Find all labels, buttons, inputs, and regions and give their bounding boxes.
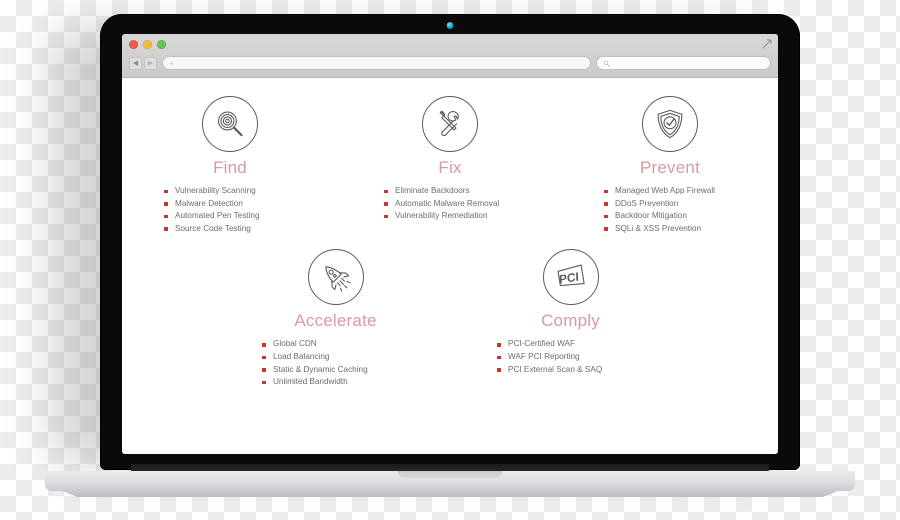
page-content: Find Vulnerability Scanning Malware Dete… <box>122 78 778 454</box>
feature-title: Comply <box>541 311 600 331</box>
feature-card-find: Find Vulnerability Scanning Malware Dete… <box>150 96 310 235</box>
laptop-trackpad-notch <box>397 471 503 478</box>
maximize-button[interactable] <box>157 40 166 49</box>
feature-card-prevent: Prevent Managed Web App Firewall DDoS Pr… <box>590 96 750 235</box>
browser-toolbar: ◀ ▶ + <box>129 56 771 70</box>
pci-card-icon: PCI <box>542 249 599 306</box>
address-bar-text: + <box>169 58 174 68</box>
webcam-indicator-icon <box>446 22 454 29</box>
list-item: Load Balancing <box>262 351 368 364</box>
feature-list: Vulnerability Scanning Malware Detection… <box>150 185 260 235</box>
forward-button[interactable]: ▶ <box>144 56 157 70</box>
list-item: DDoS Prevention <box>604 198 715 211</box>
list-item: Managed Web App Firewall <box>604 185 715 198</box>
list-item: Global CDN <box>262 338 368 351</box>
feature-list: Global CDN Load Balancing Static & Dynam… <box>248 338 368 388</box>
feature-title: Fix <box>438 158 462 177</box>
list-item: Malware Detection <box>164 198 260 211</box>
feature-title: Prevent <box>640 158 700 177</box>
feature-list: PCI-Certified WAF WAF PCI Reporting PCI … <box>483 338 602 376</box>
back-button[interactable]: ◀ <box>129 56 142 70</box>
search-bar[interactable] <box>596 56 771 70</box>
feature-card-fix: Fix Eliminate Backdoors Automatic Malwar… <box>370 96 530 235</box>
rocket-icon <box>307 249 364 306</box>
wrench-screwdriver-icon <box>422 96 478 152</box>
shield-check-icon <box>642 96 698 152</box>
feature-card-comply: PCI Comply PCI-Certified WAF WAF PCI Rep… <box>483 249 658 388</box>
browser-window: ◀ ▶ + Find Vulnerability Scanning Malwar… <box>122 34 778 454</box>
list-item: Eliminate Backdoors <box>384 185 499 198</box>
feature-list: Eliminate Backdoors Automatic Malware Re… <box>370 185 499 223</box>
close-button[interactable] <box>129 40 138 49</box>
feature-title: Accelerate <box>294 311 377 331</box>
feature-card-accelerate: Accelerate Global CDN Load Balancing Sta… <box>248 249 423 388</box>
feature-list: Managed Web App Firewall DDoS Prevention… <box>590 185 715 235</box>
laptop-lid: ◀ ▶ + Find Vulnerability Scanning Malwar… <box>100 14 800 470</box>
list-item: WAF PCI Reporting <box>497 351 602 364</box>
resize-grip-icon[interactable] <box>762 39 772 49</box>
feature-row-1: Find Vulnerability Scanning Malware Dete… <box>150 96 750 235</box>
browser-chrome: ◀ ▶ + <box>122 34 778 78</box>
screenshot-stage: ◀ ▶ + Find Vulnerability Scanning Malwar… <box>0 0 900 520</box>
list-item: Vulnerability Scanning <box>164 185 260 198</box>
feature-title: Find <box>213 158 247 177</box>
minimize-button[interactable] <box>143 40 152 49</box>
nav-buttons: ◀ ▶ <box>129 56 157 70</box>
list-item: Automatic Malware Removal <box>384 198 499 211</box>
laptop-mockup: ◀ ▶ + Find Vulnerability Scanning Malwar… <box>45 14 855 491</box>
search-icon <box>603 60 610 67</box>
list-item: PCI External Scan & SAQ <box>497 364 602 377</box>
address-bar[interactable]: + <box>162 56 591 70</box>
magnifier-target-icon <box>202 96 258 152</box>
list-item: Vulnerability Remediation <box>384 210 499 223</box>
list-item: Static & Dynamic Caching <box>262 364 368 377</box>
list-item: Unlimited Bandwidth <box>262 376 368 389</box>
feature-row-2: Accelerate Global CDN Load Balancing Sta… <box>150 249 750 388</box>
list-item: Source Code Testing <box>164 223 260 236</box>
window-controls <box>129 39 771 50</box>
list-item: Automated Pen Testing <box>164 210 260 223</box>
list-item: SQLi & XSS Prevention <box>604 223 715 236</box>
list-item: PCI-Certified WAF <box>497 338 602 351</box>
list-item: Backdoor Mitigation <box>604 210 715 223</box>
